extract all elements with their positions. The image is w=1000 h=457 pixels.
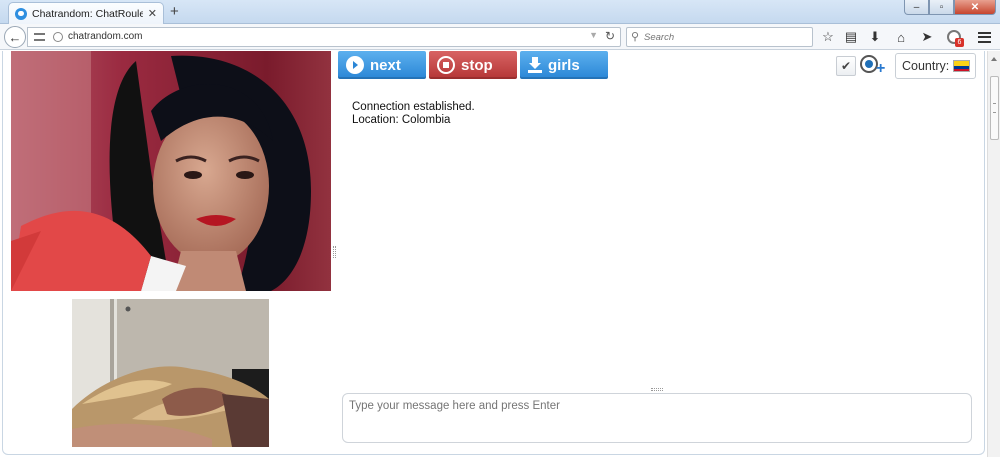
chat-message: Connection established. (352, 101, 475, 113)
chat-log: Connection established. Location: Colomb… (352, 101, 475, 127)
stranger-video (11, 51, 331, 291)
reload-icon[interactable]: ↻ (605, 29, 615, 43)
close-window-button[interactable]: ✕ (954, 0, 996, 15)
plus-icon: + (876, 60, 886, 77)
search-icon[interactable]: ⚲ (631, 30, 639, 43)
chat-bubble-icon (15, 7, 27, 20)
extension-icon[interactable] (945, 28, 964, 47)
webcam-add-button[interactable]: + (859, 55, 889, 77)
stop-button[interactable]: stop (429, 51, 517, 79)
address-url[interactable]: chatrandom.com (68, 31, 142, 42)
next-button-label: next (370, 56, 401, 74)
girls-button-label: girls (548, 56, 580, 74)
page-info-icon[interactable] (34, 33, 45, 41)
minimize-button[interactable]: – (904, 0, 929, 15)
horizontal-resize-handle[interactable] (651, 388, 663, 391)
tab-strip: Chatrandom: ChatRoulette... ✕ + – ▫ ✕ (0, 0, 1000, 24)
page-scrollbar[interactable] (987, 51, 1000, 457)
reading-list-icon[interactable]: ▤ (842, 28, 860, 46)
home-icon[interactable]: ⌂ (892, 28, 910, 46)
download-icon (528, 57, 542, 73)
checkmark-button[interactable]: ✔ (836, 56, 856, 76)
next-button[interactable]: next (338, 51, 426, 79)
maximize-button[interactable]: ▫ (929, 0, 954, 15)
stop-button-label: stop (461, 56, 493, 74)
play-icon (346, 56, 364, 74)
country-selector[interactable]: Country: (895, 53, 976, 79)
my-webcam-video (72, 299, 269, 447)
search-input[interactable] (644, 30, 804, 44)
address-bar[interactable]: chatrandom.com ▼ ↻ (27, 27, 621, 47)
tab-title: Chatrandom: ChatRoulette... (32, 7, 143, 20)
back-icon[interactable]: ← (4, 26, 26, 48)
download-icon[interactable]: ⬇ (866, 28, 884, 46)
navigation-toolbar: ← chatrandom.com ▼ ↻ ⚲ ☆ ▤ ⬇ ⌂ ➤ (0, 24, 1000, 50)
menu-icon[interactable] (975, 28, 993, 46)
scrollbar-thumb[interactable] (990, 76, 999, 140)
new-tab-button[interactable]: + (170, 2, 179, 22)
chat-message: Location: Colombia (352, 114, 451, 126)
vertical-resize-handle[interactable] (333, 246, 336, 258)
message-input[interactable] (342, 393, 972, 443)
checkmark-icon: ✔ (840, 59, 852, 73)
chat-page: next stop girls ✔ + Country: Connection … (0, 51, 987, 457)
globe-icon (53, 32, 63, 42)
stop-icon (437, 56, 455, 74)
girls-button[interactable]: girls (520, 51, 608, 79)
scroll-up-icon[interactable] (991, 57, 997, 61)
tab-close-button[interactable]: ✕ (148, 7, 157, 20)
star-icon[interactable]: ☆ (819, 28, 837, 46)
country-label: Country: (902, 59, 950, 73)
colombia-flag-icon (953, 60, 971, 72)
window-controls: – ▫ ✕ (904, 0, 996, 15)
search-box[interactable]: ⚲ (626, 27, 813, 47)
send-icon[interactable]: ➤ (918, 28, 936, 46)
browser-tab[interactable]: Chatrandom: ChatRoulette... ✕ (8, 2, 164, 24)
history-dropdown-icon[interactable]: ▼ (589, 30, 598, 40)
